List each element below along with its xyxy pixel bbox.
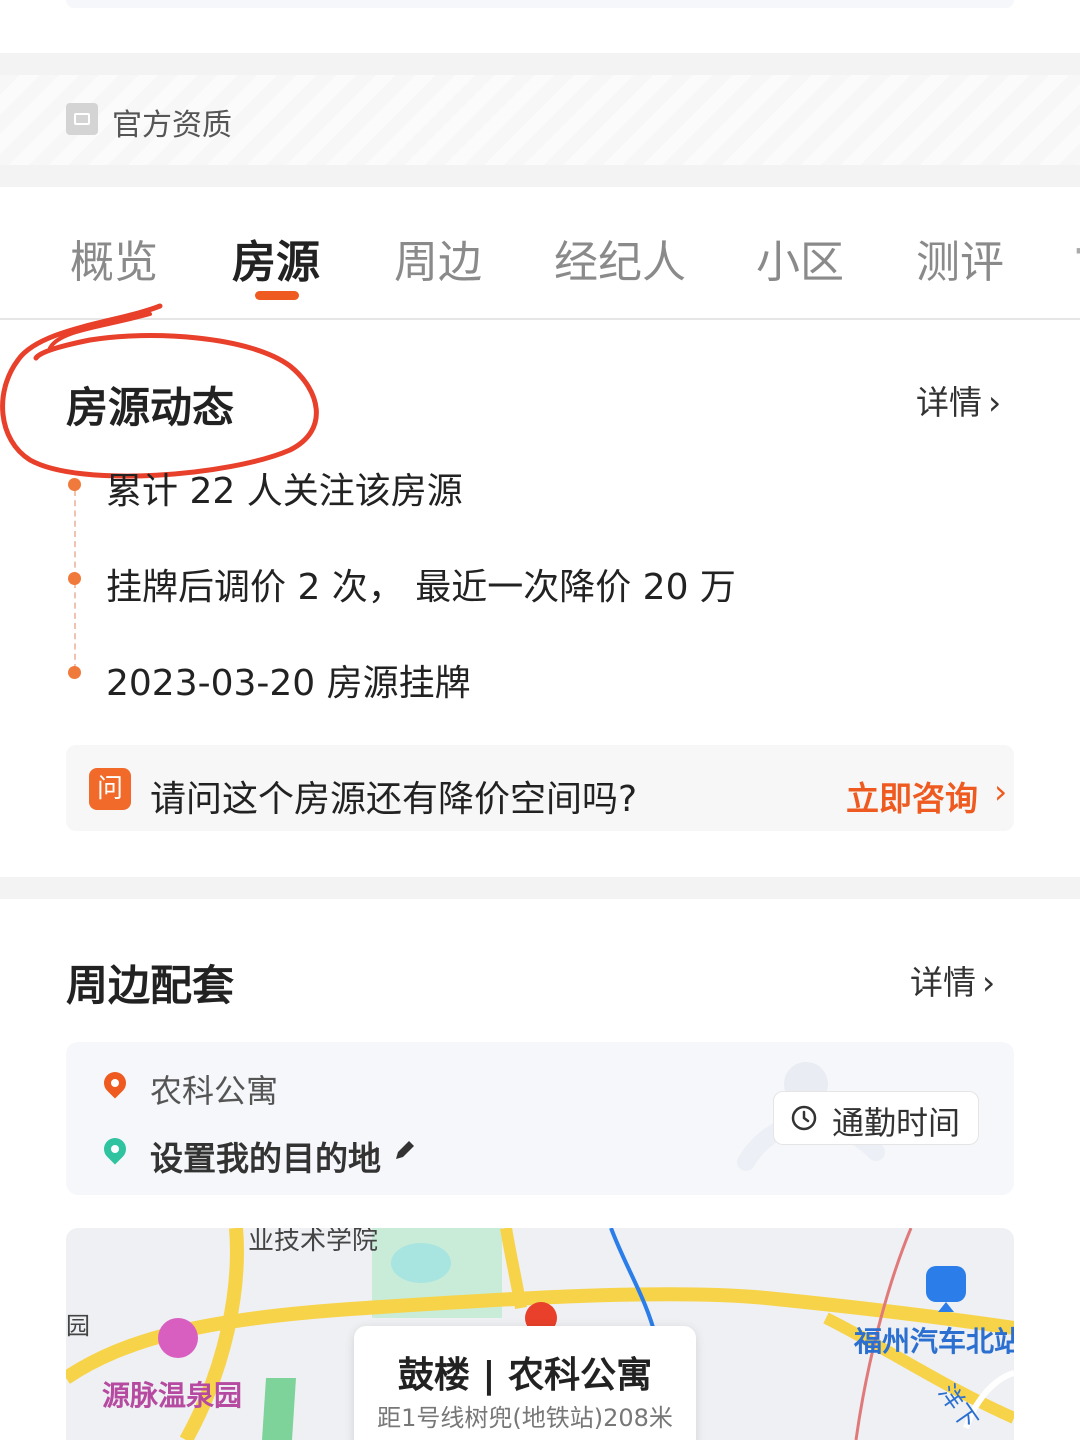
tab-listing[interactable]: 房源	[232, 226, 320, 290]
tab-review[interactable]: 测评	[916, 226, 1004, 290]
timeline-event: 挂牌后调价 2 次， 最近一次降价 20 万	[106, 567, 736, 608]
tab-overview[interactable]: 概览	[70, 226, 158, 290]
tab-surroundings[interactable]: 周边	[394, 226, 482, 290]
surroundings-title: 周边配套	[66, 961, 235, 1010]
map-label-bus-station[interactable]: 福州汽车北站	[854, 1320, 1014, 1360]
section-divider	[0, 53, 1080, 75]
timeline-dot	[68, 478, 81, 491]
commute-time-label[interactable]: 通勤时间	[832, 1098, 960, 1144]
qualification-label: 官方资质	[112, 108, 232, 143]
chevron-right-icon: ›	[982, 963, 996, 1002]
timeline-dot	[68, 666, 81, 679]
map-label-park: 园	[66, 1312, 90, 1340]
listing-activity-more[interactable]: 详情 ›	[916, 376, 1001, 424]
clock-icon	[791, 1105, 817, 1131]
surroundings-map[interactable]: 业技术学院 园 源脉温泉园 福州汽车北站 洋下 鼓楼 | 农科公寓 距1号线树兜…	[66, 1228, 1014, 1440]
tab-community[interactable]: 小区	[756, 226, 844, 290]
timeline-event: 累计 22 人关注该房源	[106, 471, 463, 512]
certificate-icon	[66, 103, 98, 135]
pencil-icon[interactable]	[392, 1137, 418, 1163]
timeline-event: 2023-03-20 房源挂牌	[106, 663, 471, 704]
origin-name: 农科公寓	[150, 1072, 279, 1110]
consult-now-button[interactable]: 立即咨询	[846, 772, 978, 820]
question-text[interactable]: 请问这个房源还有降价空间吗?	[150, 770, 637, 822]
timeline-dot	[68, 572, 81, 585]
set-destination-link[interactable]: 设置我的目的地	[150, 1132, 381, 1180]
map-label-hotspring[interactable]: 源脉温泉园	[102, 1374, 242, 1414]
previous-card-remnant	[66, 0, 1014, 8]
section-divider	[0, 877, 1080, 899]
more-label: 详情	[910, 963, 976, 1002]
active-tab-indicator	[255, 291, 299, 300]
map-location-card[interactable]: 鼓楼 | 农科公寓 距1号线树兜(地铁站)208米	[354, 1326, 696, 1440]
section-divider	[0, 165, 1080, 187]
more-label: 详情	[916, 383, 982, 422]
tab-overflow-partial[interactable]: ·	[1072, 226, 1080, 277]
map-card-title: 鼓楼 | 农科公寓	[397, 1355, 653, 1396]
surroundings-more[interactable]: 详情 ›	[910, 956, 995, 1004]
tab-agent[interactable]: 经纪人	[554, 226, 686, 290]
map-label-school: 业技术学院	[248, 1228, 379, 1256]
chevron-right-icon: ›	[988, 383, 1002, 422]
chevron-right-icon: ›	[994, 772, 1008, 811]
map-card-subtitle: 距1号线树兜(地铁站)208米	[377, 1404, 673, 1432]
question-badge-icon: 问	[89, 768, 131, 810]
